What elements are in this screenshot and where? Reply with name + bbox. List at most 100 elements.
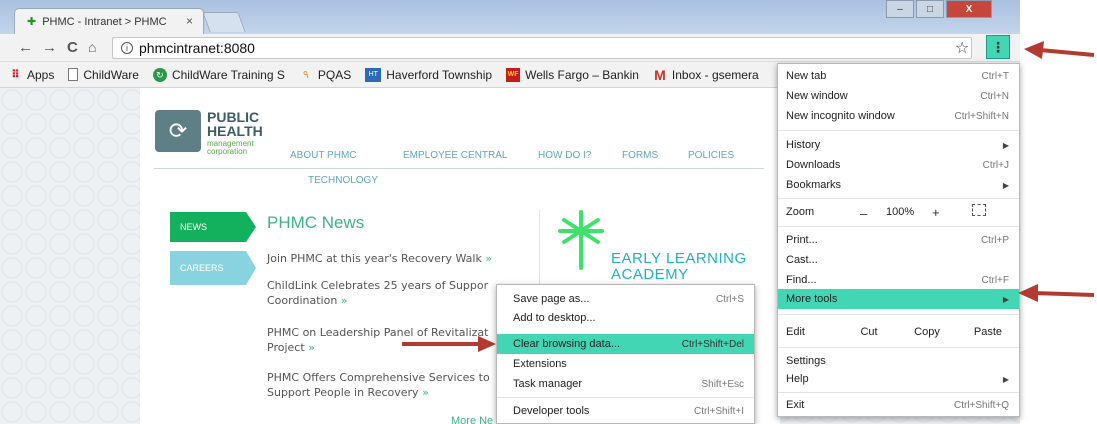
tab-news[interactable]: NEWS (170, 212, 256, 242)
bookmark-label: Wells Fargo – Bankin (525, 67, 639, 82)
menu-shortcut: Ctrl+F (981, 274, 1010, 286)
menu-item-new-window[interactable]: New window Ctrl+N (778, 86, 1019, 106)
ela-line[interactable]: EARLY LEARNING (611, 250, 747, 267)
nav-technology[interactable]: TECHNOLOGY (308, 175, 378, 186)
submenu-item-add-to-desktop[interactable]: Add to desktop... (497, 308, 754, 328)
submenu-item-clear-browsing-data[interactable]: Clear browsing data... Ctrl+Shift+Del (497, 334, 754, 354)
new-tab-button[interactable] (202, 12, 246, 32)
nav-forms[interactable]: FORMS (622, 150, 658, 161)
bookmark-inbox[interactable]: M Inbox - gsemera (653, 68, 759, 82)
nav-how-do-i[interactable]: HOW DO I? (538, 150, 591, 161)
menu-separator (778, 226, 1019, 227)
bookmark-childware[interactable]: ChildWare (68, 68, 139, 82)
nav-employee-central[interactable]: EMPLOYEE CENTRAL (403, 150, 507, 161)
phmc-logo[interactable]: ⟳ PUBLIC HEALTH management corporation (155, 110, 273, 158)
bookmark-wells-fargo[interactable]: WF Wells Fargo – Bankin (506, 67, 639, 82)
bookmark-label: Apps (27, 67, 55, 82)
nav-about-phmc[interactable]: ABOUT PHMC (290, 150, 357, 161)
annotation-arrow-menu (1024, 41, 1095, 59)
more-news-link[interactable]: More Ne (451, 415, 493, 424)
tab-close-icon[interactable]: × (186, 14, 193, 28)
chrome-menu-button[interactable]: ⋮ (986, 35, 1010, 59)
menu-item-new-tab[interactable]: New tab Ctrl+T (778, 66, 1019, 86)
news-item-link[interactable]: » (308, 341, 315, 354)
menu-item-edit: Edit (778, 322, 838, 342)
menu-shortcut: Ctrl+Shift+Q (953, 399, 1009, 411)
bookmark-label: ChildWare (83, 67, 139, 82)
edit-paste-button[interactable]: Paste (958, 322, 1018, 342)
menu-item-new-incognito[interactable]: New incognito window Ctrl+Shift+N (778, 106, 1019, 126)
submenu-item-developer-tools[interactable]: Developer tools Ctrl+Shift+I (497, 401, 754, 421)
menu-separator (778, 347, 1019, 348)
pqas-icon: ٩ (302, 68, 309, 81)
menu-item-cast[interactable]: Cast... (778, 250, 1019, 270)
tab-strip: ✚ PHMC - Intranet > PHMC × – □ X (0, 0, 1020, 34)
wells-fargo-icon: WF (506, 67, 521, 82)
zoom-out-button[interactable]: – (860, 206, 867, 221)
menu-label: New incognito window (786, 110, 895, 122)
menu-item-exit[interactable]: Exit Ctrl+Shift+Q (778, 395, 1019, 415)
info-icon[interactable]: i (121, 42, 133, 54)
menu-separator (778, 198, 1019, 199)
logo-mark-icon: ⟳ (155, 110, 201, 152)
bookmark-star-icon[interactable]: ☆ (955, 38, 969, 58)
submenu-item-extensions[interactable]: Extensions (497, 354, 754, 374)
address-bar[interactable]: i phmcintranet:8080 (112, 37, 972, 59)
bookmark-label: PQAS (317, 67, 352, 82)
edit-cut-button[interactable]: Cut (842, 322, 896, 342)
more-tools-submenu: Save page as... Ctrl+S Add to desktop... … (496, 284, 755, 424)
menu-label: Extensions (513, 358, 567, 370)
bookmark-pqas[interactable]: ٩ PQAS (299, 68, 351, 82)
menu-item-find[interactable]: Find... Ctrl+F (778, 270, 1019, 290)
menu-item-more-tools[interactable]: More tools ▶ (778, 289, 1019, 309)
submenu-arrow-icon: ▶ (1002, 294, 1009, 304)
bookmark-childware-training[interactable]: ↻ ChildWare Training S (152, 67, 285, 82)
news-item[interactable]: ChildLink Celebrates 25 years of Suppor … (267, 278, 497, 308)
news-item[interactable]: PHMC Offers Comprehensive Services to Su… (267, 370, 497, 400)
zoom-in-button[interactable]: + (932, 205, 940, 220)
bookmark-label: Haverford Township (386, 67, 493, 82)
menu-item-history[interactable]: History ▶ (778, 135, 1019, 155)
menu-label: Developer tools (513, 405, 590, 417)
apps-grid-icon: ⠿ (11, 68, 20, 81)
menu-shortcut: Ctrl+Shift+Del (681, 338, 744, 350)
news-item-link[interactable]: » (485, 252, 492, 265)
news-item-link[interactable]: » (422, 386, 429, 399)
back-arrow-icon[interactable]: ← (18, 39, 33, 56)
bookmark-haverford[interactable]: HT Haverford Township (365, 67, 493, 82)
phmc-favicon-icon: ✚ (27, 16, 37, 28)
submenu-item-save-page[interactable]: Save page as... Ctrl+S (497, 289, 754, 309)
menu-item-settings[interactable]: Settings (778, 351, 1019, 371)
haverford-icon: HT (365, 67, 382, 82)
menu-shortcut: Shift+Esc (701, 378, 744, 390)
news-item-link[interactable]: » (341, 294, 348, 307)
news-item[interactable]: Join PHMC at this year's Recovery Walk » (267, 251, 507, 266)
menu-item-downloads[interactable]: Downloads Ctrl+J (778, 155, 1019, 175)
reload-icon[interactable]: C (67, 39, 78, 56)
fullscreen-icon[interactable] (972, 204, 986, 216)
tab-careers[interactable]: CAREERS (170, 251, 256, 285)
nav-policies[interactable]: POLICIES (688, 150, 734, 161)
menu-item-bookmarks[interactable]: Bookmarks ▶ (778, 175, 1019, 195)
nav-divider (154, 168, 764, 169)
menu-label: Settings (786, 355, 826, 367)
maximize-button[interactable]: □ (916, 0, 944, 18)
submenu-item-task-manager[interactable]: Task manager Shift+Esc (497, 374, 754, 394)
news-item-text: ChildLink Celebrates 25 years of Suppor … (267, 279, 489, 307)
minimize-button[interactable]: – (886, 0, 914, 18)
forward-arrow-icon[interactable]: → (42, 39, 57, 56)
ela-line[interactable]: ACADEMY (611, 266, 689, 283)
menu-label: New tab (786, 70, 827, 82)
menu-item-print[interactable]: Print... Ctrl+P (778, 230, 1019, 250)
menu-item-help[interactable]: Help ▶ (778, 369, 1019, 389)
browser-tab[interactable]: ✚ PHMC - Intranet > PHMC × (14, 8, 204, 34)
close-window-button[interactable]: X (946, 0, 992, 18)
menu-label: Save page as... (513, 293, 590, 305)
submenu-arrow-icon: ▶ (1002, 374, 1009, 384)
menu-shortcut: Ctrl+T (981, 70, 1010, 82)
home-icon[interactable]: ⌂ (88, 39, 96, 55)
bookmark-apps[interactable]: ⠿ Apps (8, 68, 54, 82)
menu-label: Task manager (513, 378, 583, 390)
edit-copy-button[interactable]: Copy (898, 322, 956, 342)
menu-label: More tools (786, 293, 838, 305)
